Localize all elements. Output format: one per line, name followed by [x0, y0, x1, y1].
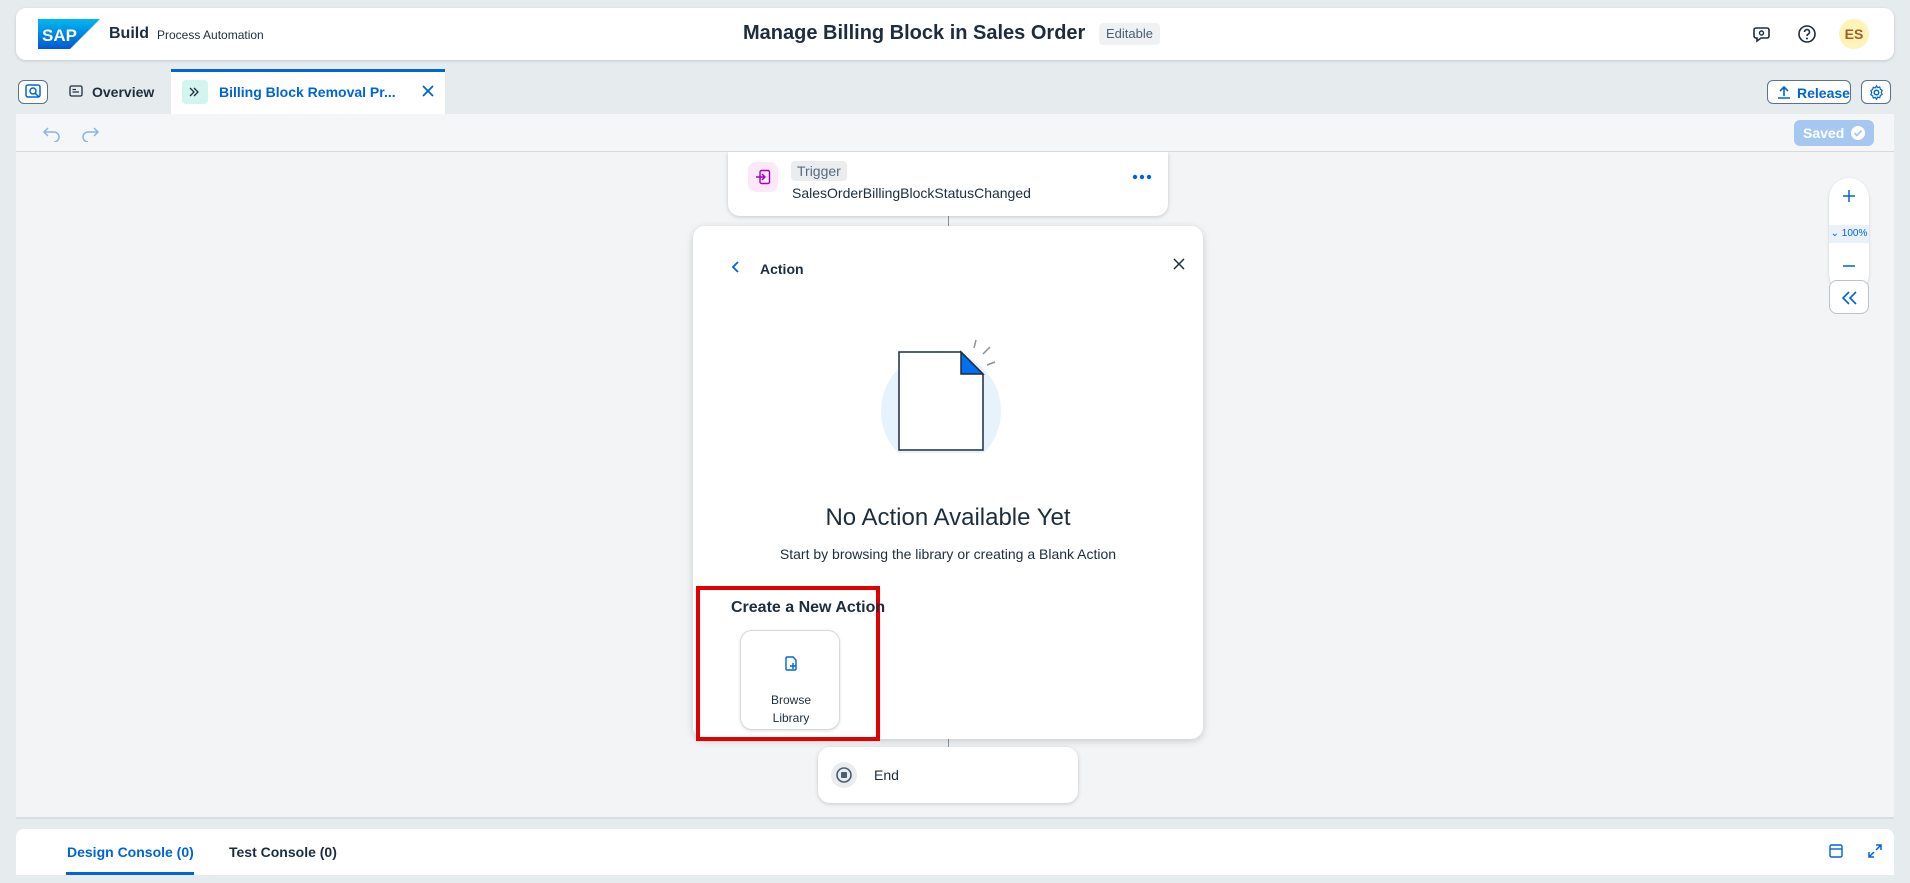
process-icon — [189, 87, 199, 97]
trigger-event-name: SalesOrderBillingBlockStatusChanged — [792, 185, 1031, 201]
subproduct-name: Process Automation — [157, 28, 264, 42]
console-panel: Design Console (0) Test Console (0) — [16, 829, 1894, 875]
action-panel-title: Action — [760, 261, 804, 277]
trigger-icon-box — [748, 162, 778, 192]
overview-icon — [69, 85, 83, 97]
create-action-section: Create a New Action Browse Library — [696, 586, 885, 741]
browse-library-button[interactable]: Browse Library — [740, 630, 840, 730]
dock-panel-icon[interactable] — [1828, 843, 1844, 859]
page-title: Manage Billing Block in Sales Order — [743, 22, 1086, 44]
browse-label-line1: Browse — [770, 693, 811, 707]
svg-text:SAP: SAP — [42, 26, 77, 45]
back-icon[interactable] — [729, 260, 743, 274]
stop-icon — [831, 762, 857, 788]
tab-process-label: Billing Block Removal Pr... — [219, 84, 396, 100]
zoom-level-select[interactable]: ⌄ 100% — [1829, 225, 1869, 243]
user-avatar[interactable]: ES — [1839, 19, 1869, 49]
end-node[interactable]: End — [818, 747, 1078, 803]
action-panel: Action No Action Available Yet Start by … — [693, 226, 1203, 741]
gear-icon — [1870, 84, 1883, 101]
browse-library-label: Browse Library — [741, 691, 841, 727]
double-chevron-left-icon — [1841, 291, 1857, 305]
tab-test-console[interactable]: Test Console (0) — [229, 844, 337, 860]
redo-icon[interactable] — [80, 124, 100, 142]
trigger-node[interactable]: Trigger SalesOrderBillingBlockStatusChan… — [728, 152, 1168, 216]
process-canvas[interactable]: Trigger SalesOrderBillingBlockStatusChan… — [16, 152, 1894, 817]
close-tab-icon[interactable] — [420, 83, 436, 99]
zoom-level-value: 100% — [1841, 228, 1868, 239]
search-document-icon — [25, 84, 41, 98]
product-name: Build — [109, 25, 149, 42]
saved-button[interactable]: Saved — [1794, 120, 1874, 146]
connector-line — [948, 739, 949, 747]
empty-document-illustration — [881, 339, 1001, 453]
trigger-icon — [756, 169, 771, 185]
shell-header: SAP Build Process Automation Manage Bill… — [16, 8, 1894, 60]
chevron-down-icon: ⌄ — [1830, 228, 1840, 239]
connector-line — [948, 216, 949, 226]
end-label: End — [874, 767, 899, 783]
feedback-icon[interactable] — [1751, 22, 1775, 46]
console-divider[interactable] — [16, 817, 1894, 819]
check-circle-icon — [1851, 126, 1865, 140]
tab-process[interactable]: Billing Block Removal Pr... — [171, 69, 445, 114]
more-options-icon[interactable] — [1132, 174, 1152, 180]
tab-overview-label: Overview — [92, 84, 155, 100]
settings-button[interactable] — [1861, 80, 1891, 104]
trigger-tag: Trigger — [791, 161, 847, 181]
saved-label: Saved — [1803, 125, 1845, 141]
browse-label-line2: Library — [772, 711, 810, 725]
release-button[interactable]: Release — [1767, 80, 1851, 104]
status-badge: Editable — [1099, 23, 1160, 45]
fullscreen-icon[interactable] — [1867, 843, 1883, 859]
undo-icon[interactable] — [42, 124, 62, 142]
empty-state-description: Start by browsing the library or creatin… — [779, 546, 1117, 562]
side-panel-toggle-button[interactable] — [18, 80, 48, 104]
editor-toolbar: Saved — [16, 114, 1894, 152]
upload-icon — [1778, 85, 1790, 99]
process-chip — [182, 80, 208, 104]
zoom-in-icon[interactable] — [1841, 188, 1857, 204]
close-icon[interactable] — [1172, 257, 1186, 271]
tab-bar: Overview Billing Block Removal Pr... Rel… — [16, 68, 1894, 114]
help-icon[interactable] — [1795, 22, 1819, 46]
library-add-icon — [785, 656, 797, 671]
active-tab-indicator — [66, 872, 194, 875]
create-action-title: Create a New Action — [731, 599, 886, 616]
sap-logo[interactable]: SAP — [38, 19, 100, 49]
release-label: Release — [1797, 85, 1850, 101]
tab-design-console[interactable]: Design Console (0) — [67, 844, 194, 860]
empty-state-title: No Action Available Yet — [825, 504, 1071, 531]
collapse-panel-button[interactable] — [1829, 280, 1869, 314]
zoom-out-icon[interactable] — [1841, 258, 1857, 274]
zoom-controls: ⌄ 100% — [1829, 178, 1869, 294]
